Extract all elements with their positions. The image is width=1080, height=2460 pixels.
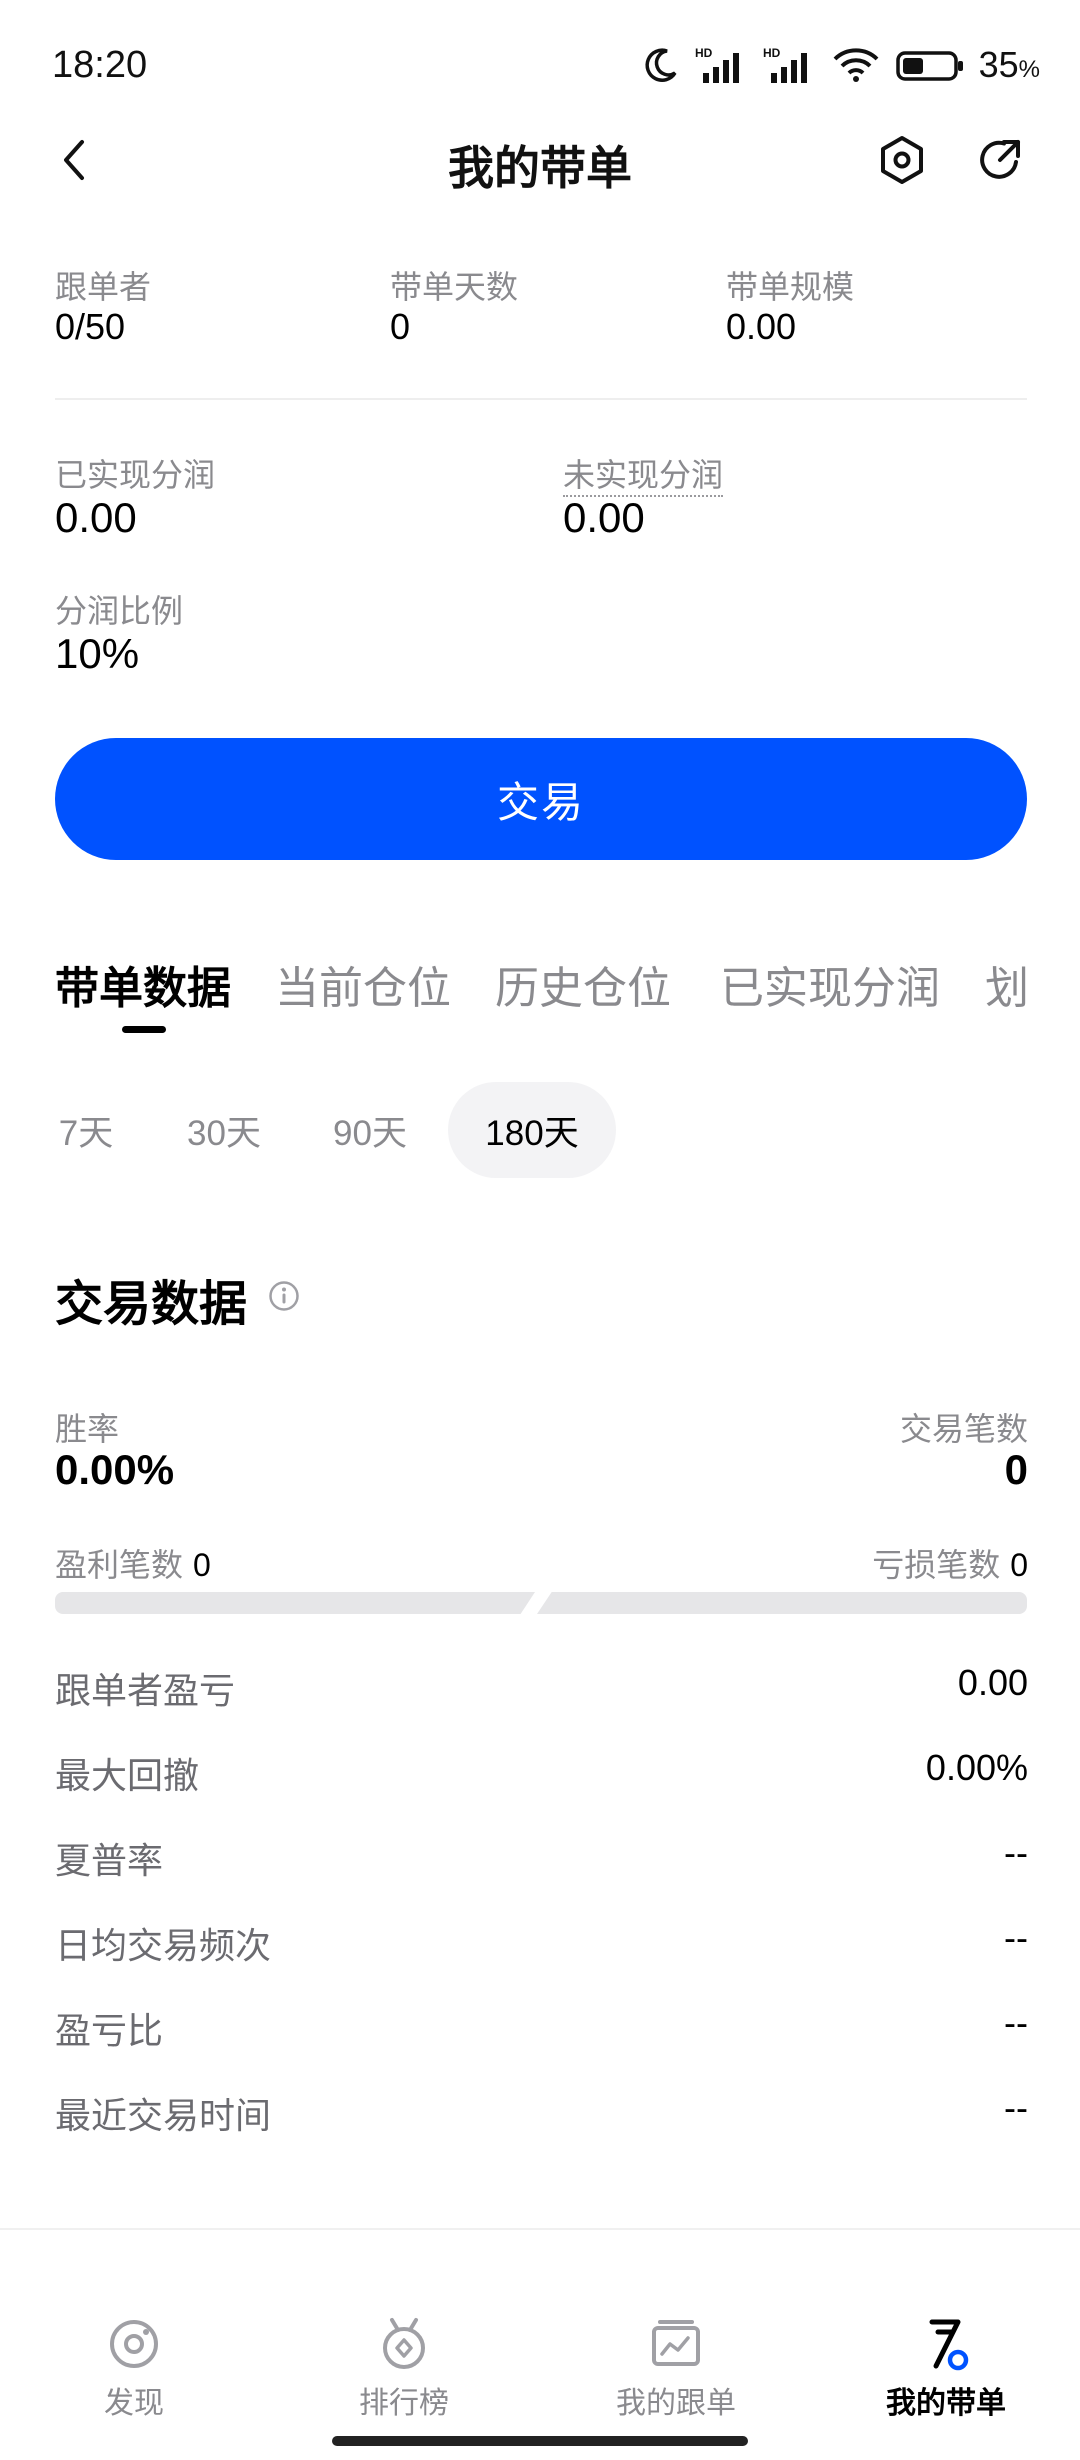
profit-ratio-value: 10% bbox=[55, 630, 140, 677]
info-icon[interactable] bbox=[268, 1280, 300, 1312]
period-7d[interactable]: 7天 bbox=[36, 1082, 136, 1178]
battery-icon bbox=[895, 45, 965, 85]
followers-value: 0/50 bbox=[55, 306, 126, 347]
nav-label: 我的跟单 bbox=[616, 2387, 736, 2420]
svg-text:HD: HD bbox=[763, 46, 781, 60]
profit-count: 盈利笔数 0 bbox=[55, 1547, 211, 1583]
scale-label: 带单规模 bbox=[726, 269, 855, 305]
hd-signal-icon: HD bbox=[695, 45, 749, 85]
divider bbox=[55, 398, 1027, 400]
home-indicator[interactable] bbox=[332, 2436, 748, 2446]
settings-button[interactable] bbox=[876, 134, 928, 186]
period-30d[interactable]: 30天 bbox=[166, 1082, 282, 1178]
row-value: -- bbox=[1004, 1917, 1028, 1958]
nav-ranking[interactable]: 排行榜 bbox=[304, 2260, 504, 2420]
row-value: -- bbox=[1004, 1832, 1028, 1873]
row-label: 盈亏比 bbox=[55, 2010, 164, 2051]
section-title: 交易数据 bbox=[55, 1278, 248, 1331]
nav-label: 我的带单 bbox=[886, 2387, 1006, 2420]
row-label: 夏普率 bbox=[55, 1840, 164, 1881]
days-value: 0 bbox=[390, 306, 411, 347]
nav-discover[interactable]: 发现 bbox=[34, 2260, 234, 2420]
scale-value: 0.00 bbox=[726, 306, 797, 347]
tab-history-positions[interactable]: 历史仓位 bbox=[495, 952, 671, 1016]
period-180d[interactable]: 180天 bbox=[448, 1082, 616, 1178]
wifi-icon bbox=[831, 45, 881, 85]
discover-icon bbox=[110, 2320, 158, 2368]
win-rate-label: 胜率 bbox=[55, 1411, 120, 1447]
profit-bar bbox=[55, 1592, 535, 1614]
win-rate-value: 0.00% bbox=[55, 1446, 175, 1493]
bottom-divider bbox=[0, 2228, 1080, 2230]
tab-bar: 带单数据 当前仓位 历史仓位 已实现分润 划 bbox=[55, 952, 1055, 1032]
hd-signal-icon: HD bbox=[763, 45, 817, 85]
trade-count-label: 交易笔数 bbox=[899, 1411, 1028, 1447]
loss-count: 亏损笔数 0 bbox=[872, 1547, 1028, 1583]
profit-ratio-label: 分润比例 bbox=[55, 593, 184, 629]
copy-trade-icon bbox=[652, 2320, 700, 2366]
active-tab-indicator bbox=[122, 1026, 166, 1033]
days-label: 带单天数 bbox=[390, 269, 519, 305]
battery-percent: 35% bbox=[978, 44, 1040, 85]
row-value: -- bbox=[1004, 2002, 1028, 2043]
screen: 18:20 HD HD 35% 我的带单 跟单者 0/50 带单天数 0 带单规… bbox=[0, 0, 1080, 2460]
trade-button[interactable]: 交易 bbox=[55, 738, 1027, 860]
row-value: 0.00 bbox=[957, 1662, 1028, 1703]
row-value: 0.00% bbox=[925, 1747, 1028, 1788]
moon-icon bbox=[641, 45, 681, 85]
row-label: 跟单者盈亏 bbox=[55, 1670, 236, 1711]
nav-my-copy[interactable]: 我的跟单 bbox=[576, 2260, 776, 2420]
medal-icon bbox=[383, 2318, 425, 2369]
row-value: -- bbox=[1004, 2087, 1028, 2128]
status-time: 18:20 bbox=[52, 44, 148, 86]
share-arrow-icon bbox=[980, 140, 1020, 179]
followers-label: 跟单者 bbox=[55, 269, 152, 305]
trade-count-value: 0 bbox=[1004, 1446, 1028, 1493]
share-button[interactable] bbox=[974, 134, 1026, 186]
unrealized-profit-label[interactable]: 未实现分润 bbox=[563, 450, 724, 497]
row-label: 日均交易频次 bbox=[55, 1925, 272, 1966]
period-90d[interactable]: 90天 bbox=[312, 1082, 428, 1178]
tab-current-positions[interactable]: 当前仓位 bbox=[275, 952, 451, 1016]
nav-my-lead[interactable]: 我的带单 bbox=[846, 2260, 1046, 2420]
realized-profit-label: 已实现分润 bbox=[55, 457, 216, 493]
tab-realized-profit[interactable]: 已实现分润 bbox=[720, 952, 940, 1016]
lead-trade-icon bbox=[929, 2319, 969, 2371]
realized-profit-value: 0.00 bbox=[55, 494, 137, 541]
nav-label: 发现 bbox=[104, 2387, 164, 2420]
loss-bar bbox=[537, 1592, 1027, 1614]
hexagon-settings-icon bbox=[881, 136, 923, 184]
unrealized-profit-value: 0.00 bbox=[563, 494, 645, 541]
row-label: 最大回撤 bbox=[55, 1755, 200, 1796]
header: 我的带单 bbox=[0, 120, 1080, 200]
svg-text:HD: HD bbox=[695, 46, 713, 60]
tab-transfer[interactable]: 划 bbox=[985, 952, 1029, 1016]
bottom-nav: 发现 排行榜 我的跟单 我的带单 bbox=[0, 2260, 1080, 2420]
status-bar: 18:20 HD HD 35% bbox=[0, 0, 1080, 130]
status-icons: HD HD 35% bbox=[641, 44, 1040, 86]
nav-label: 排行榜 bbox=[359, 2387, 449, 2420]
tab-lead-data[interactable]: 带单数据 bbox=[55, 952, 231, 1016]
row-label: 最近交易时间 bbox=[55, 2095, 272, 2136]
